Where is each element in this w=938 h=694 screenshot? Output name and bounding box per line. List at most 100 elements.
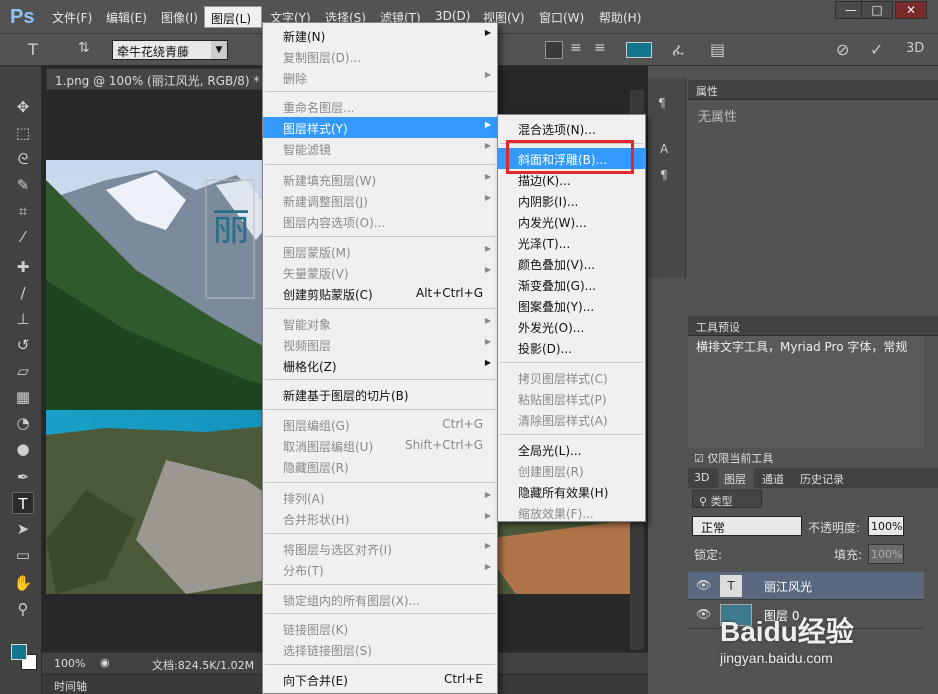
layer-name[interactable]: 丽江风光 xyxy=(764,578,812,595)
layer-menu-item: 图层蒙版(M) ▶ xyxy=(263,241,497,262)
shape-tool-icon[interactable]: ▭ xyxy=(12,544,34,566)
properties-empty-text: 无属性 xyxy=(698,110,738,125)
zoom-level[interactable]: 100% xyxy=(54,657,85,670)
layer-menu-item[interactable]: 新建(N) ▶ xyxy=(263,25,497,46)
layer-menu-item[interactable]: 新建基于图层的切片(B) xyxy=(263,384,497,405)
text-color-swatch[interactable] xyxy=(626,42,652,58)
properties-panel-header[interactable]: 属性 xyxy=(688,80,938,100)
align-right-icon[interactable]: ≡ xyxy=(594,40,606,56)
visibility-eye-icon[interactable]: 👁 xyxy=(696,578,711,592)
tool-preset-item[interactable]: 横排文字工具，Myriad Pro 字体，常规 xyxy=(696,338,924,355)
document-tab[interactable]: 1.png @ 100% (丽江风光, RGB/8) * × xyxy=(46,68,273,90)
menu-item-label: 渐变叠加(G)... xyxy=(518,279,597,293)
style-menu-item[interactable]: 全局光(L)... xyxy=(498,439,645,460)
align-left-icon[interactable] xyxy=(545,41,563,59)
pen-tool-icon[interactable]: ✒ xyxy=(12,466,34,488)
layer-menu-item: 将图层与选区对齐(I) ▶ xyxy=(263,538,497,559)
highlight-box xyxy=(506,140,634,174)
visibility-eye-icon[interactable]: 👁 xyxy=(696,607,711,621)
marquee-tool-icon[interactable]: ⬚ xyxy=(12,122,34,144)
history-brush-icon[interactable]: ↺ xyxy=(12,334,34,356)
close-window-button[interactable]: ✕ xyxy=(895,1,927,19)
warp-text-icon[interactable]: ፈ xyxy=(672,40,684,60)
commit-icon[interactable]: ✓ xyxy=(870,40,883,59)
cancel-icon[interactable]: ⊘ xyxy=(836,40,849,59)
menu-item-label: 图层内容选项(O)... xyxy=(283,216,386,230)
current-tool-only-label: 仅限当前工具 xyxy=(707,452,774,465)
healing-tool-icon[interactable]: ✚ xyxy=(12,256,34,278)
layer-menu-item[interactable]: 向下合并(E) Ctrl+E xyxy=(263,669,497,690)
eraser-tool-icon[interactable]: ▱ xyxy=(12,360,34,382)
3d-icon[interactable]: 3D xyxy=(906,41,924,56)
foreground-color-swatch[interactable] xyxy=(11,644,27,660)
style-menu-item[interactable]: 隐藏所有效果(H) xyxy=(498,481,645,502)
paragraph-styles-icon[interactable]: ¶ xyxy=(658,96,666,110)
tab-channels[interactable]: 通道 xyxy=(762,471,784,487)
hand-tool-icon[interactable]: ✋ xyxy=(12,572,34,594)
layer-menu-item: 复制图层(D)... xyxy=(263,46,497,67)
font-family-select[interactable]: 牵牛花绕青藤 ▼ xyxy=(112,40,228,60)
submenu-arrow-icon: ▶ xyxy=(484,316,491,325)
menu-layer[interactable]: 图层(L) xyxy=(204,6,262,28)
document-size: 文档:824.5K/1.02M xyxy=(152,659,255,672)
fill-input[interactable]: 100% xyxy=(868,544,904,564)
tab-3d[interactable]: 3D xyxy=(694,471,709,484)
maximize-button[interactable]: □ xyxy=(861,1,893,19)
layer-menu-item[interactable]: 创建剪贴蒙版(C) Alt+Ctrl+G xyxy=(263,283,497,304)
style-menu-item[interactable]: 投影(D)... xyxy=(498,337,645,358)
paragraph-icon[interactable]: ¶ xyxy=(660,168,668,182)
opacity-input[interactable]: 100% xyxy=(868,516,904,536)
tool-presets-header[interactable]: 工具预设 xyxy=(688,316,938,336)
menu-separator xyxy=(500,362,643,363)
menu-item-label: 内阴影(I)... xyxy=(518,195,579,209)
layer-menu-item[interactable]: 栅格化(Z) ▶ xyxy=(263,355,497,376)
baidu-watermark: Baidu经验 jingyan.baidu.com xyxy=(720,610,890,680)
text-tool-icon[interactable]: T xyxy=(12,492,34,514)
type-tool-icon[interactable]: T xyxy=(28,40,38,59)
lasso-tool-icon[interactable]: ᘓ xyxy=(12,148,34,170)
panels-icon[interactable]: ▤ xyxy=(710,40,725,59)
menu-image[interactable]: 图像(I) xyxy=(161,9,198,26)
style-menu-item[interactable]: 内阴影(I)... xyxy=(498,190,645,211)
timeline-label[interactable]: 时间轴 xyxy=(54,678,87,694)
panel-icon-strip: ¶ A ¶ xyxy=(648,78,686,278)
current-tool-only-checkbox[interactable]: ☑ 仅限当前工具 xyxy=(694,450,773,466)
style-menu-item[interactable]: 外发光(O)... xyxy=(498,316,645,337)
eyedropper-tool-icon[interactable]: ⁄ xyxy=(12,226,34,248)
layer-filter-select[interactable]: ⚲ 类型 xyxy=(692,490,762,508)
style-menu-item: 粘贴图层样式(P) xyxy=(498,388,645,409)
menu-edit[interactable]: 编辑(E) xyxy=(106,9,147,26)
menu-item-label: 分布(T) xyxy=(283,564,324,578)
path-select-icon[interactable]: ➤ xyxy=(12,518,34,540)
style-menu-item[interactable]: 内发光(W)... xyxy=(498,211,645,232)
style-menu-item[interactable]: 图案叠加(Y)... xyxy=(498,295,645,316)
tab-layers[interactable]: 图层 xyxy=(718,468,754,488)
dodge-tool-icon[interactable]: ● xyxy=(12,438,34,460)
gradient-tool-icon[interactable]: ▦ xyxy=(12,386,34,408)
crop-tool-icon[interactable]: ⌗ xyxy=(12,200,34,222)
blend-mode-select[interactable]: 正常 xyxy=(692,516,802,536)
tab-history[interactable]: 历史记录 xyxy=(800,471,844,487)
menu-item-label: 图案叠加(Y)... xyxy=(518,300,595,314)
align-center-icon[interactable]: ≡ xyxy=(570,40,582,56)
quick-select-tool-icon[interactable]: ✎ xyxy=(12,174,34,196)
menu-file[interactable]: 文件(F) xyxy=(52,9,92,26)
style-menu-item[interactable]: 光泽(T)... xyxy=(498,232,645,253)
status-menu-icon[interactable]: ◉ xyxy=(100,656,110,669)
layer-row[interactable]: 👁 T 丽江风光 xyxy=(688,572,924,600)
move-tool-icon[interactable]: ✥ xyxy=(12,96,34,118)
stamp-tool-icon[interactable]: ⊥ xyxy=(12,308,34,330)
layer-menu-item[interactable]: 图层样式(Y) ▶ xyxy=(263,117,497,138)
zoom-tool-icon[interactable]: ⚲ xyxy=(12,598,34,620)
style-menu-item[interactable]: 混合选项(N)... xyxy=(498,118,645,139)
menu-3d[interactable]: 3D(D) xyxy=(435,9,470,23)
style-menu-item[interactable]: 颜色叠加(V)... xyxy=(498,253,645,274)
menu-window[interactable]: 窗口(W) xyxy=(539,9,584,26)
style-menu-item[interactable]: 渐变叠加(G)... xyxy=(498,274,645,295)
blur-tool-icon[interactable]: ◔ xyxy=(12,412,34,434)
submenu-arrow-icon: ▶ xyxy=(484,541,491,550)
text-orientation-icon[interactable]: ⇅ xyxy=(78,40,90,56)
brush-tool-icon[interactable]: ∕ xyxy=(12,282,34,304)
character-icon[interactable]: A xyxy=(660,142,668,156)
menu-help[interactable]: 帮助(H) xyxy=(599,9,641,26)
